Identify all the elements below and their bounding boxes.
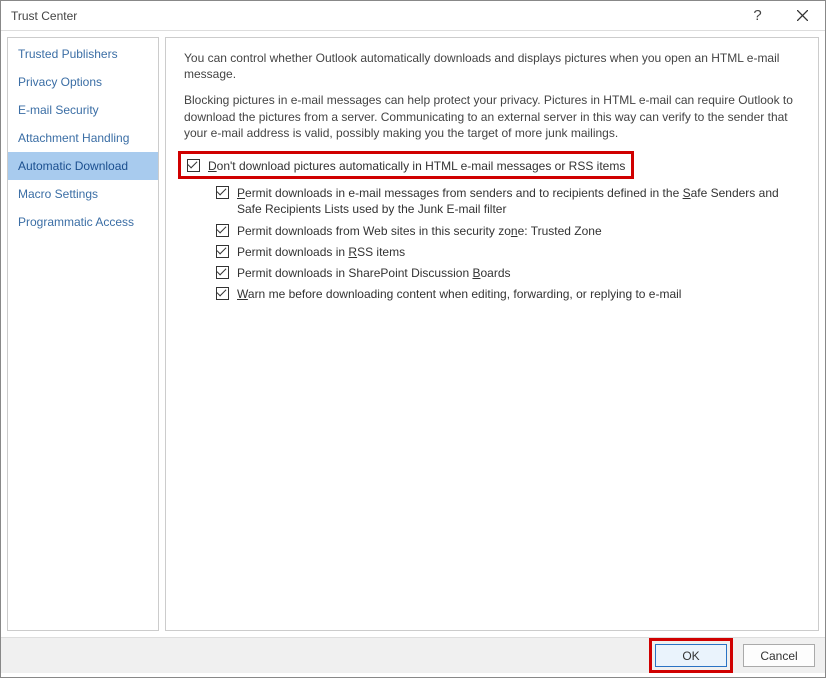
- checkbox-permit-safe-senders[interactable]: [216, 186, 229, 199]
- footer: OK Cancel: [1, 637, 825, 673]
- sidebar-item-email-security[interactable]: E-mail Security: [8, 96, 158, 124]
- highlight-main-option: Don't download pictures automatically in…: [178, 151, 634, 179]
- checkbox-permit-rss[interactable]: [216, 245, 229, 258]
- sidebar: Trusted Publishers Privacy Options E-mai…: [7, 37, 159, 631]
- option-permit-trusted-zone-label: Permit downloads from Web sites in this …: [237, 223, 602, 239]
- option-warn-before-download-label: Warn me before downloading content when …: [237, 286, 681, 302]
- intro-paragraph-1: You can control whether Outlook automati…: [184, 50, 804, 82]
- highlight-ok: OK: [649, 638, 733, 673]
- option-dont-download-label: Don't download pictures automatically in…: [208, 158, 625, 174]
- sidebar-item-privacy-options[interactable]: Privacy Options: [8, 68, 158, 96]
- sidebar-item-programmatic-access[interactable]: Programmatic Access: [8, 208, 158, 236]
- option-permit-safe-senders-label: Permit downloads in e-mail messages from…: [237, 185, 804, 217]
- option-dont-download[interactable]: Don't download pictures automatically in…: [187, 158, 625, 174]
- close-icon: [797, 10, 808, 21]
- checkbox-warn-before-download[interactable]: [216, 287, 229, 300]
- sidebar-item-automatic-download[interactable]: Automatic Download: [8, 152, 158, 180]
- sidebar-item-trusted-publishers[interactable]: Trusted Publishers: [8, 40, 158, 68]
- help-button[interactable]: ?: [735, 1, 780, 31]
- cancel-button[interactable]: Cancel: [743, 644, 815, 667]
- sidebar-item-macro-settings[interactable]: Macro Settings: [8, 180, 158, 208]
- option-warn-before-download[interactable]: Warn me before downloading content when …: [184, 284, 804, 305]
- content-pane: You can control whether Outlook automati…: [165, 37, 819, 631]
- close-button[interactable]: [780, 1, 825, 31]
- option-permit-rss[interactable]: Permit downloads in RSS items: [184, 242, 804, 263]
- ok-button[interactable]: OK: [655, 644, 727, 667]
- checkbox-dont-download[interactable]: [187, 159, 200, 172]
- option-permit-safe-senders[interactable]: Permit downloads in e-mail messages from…: [184, 183, 804, 220]
- sidebar-item-attachment-handling[interactable]: Attachment Handling: [8, 124, 158, 152]
- option-permit-rss-label: Permit downloads in RSS items: [237, 244, 405, 260]
- option-permit-trusted-zone[interactable]: Permit downloads from Web sites in this …: [184, 221, 804, 242]
- titlebar: Trust Center ?: [1, 1, 825, 31]
- checkbox-permit-trusted-zone[interactable]: [216, 224, 229, 237]
- option-permit-sharepoint[interactable]: Permit downloads in SharePoint Discussio…: [184, 263, 804, 284]
- option-permit-sharepoint-label: Permit downloads in SharePoint Discussio…: [237, 265, 511, 281]
- client-area: Trusted Publishers Privacy Options E-mai…: [1, 31, 825, 637]
- intro-paragraph-2: Blocking pictures in e-mail messages can…: [184, 92, 804, 141]
- window-title: Trust Center: [11, 9, 735, 23]
- checkbox-permit-sharepoint[interactable]: [216, 266, 229, 279]
